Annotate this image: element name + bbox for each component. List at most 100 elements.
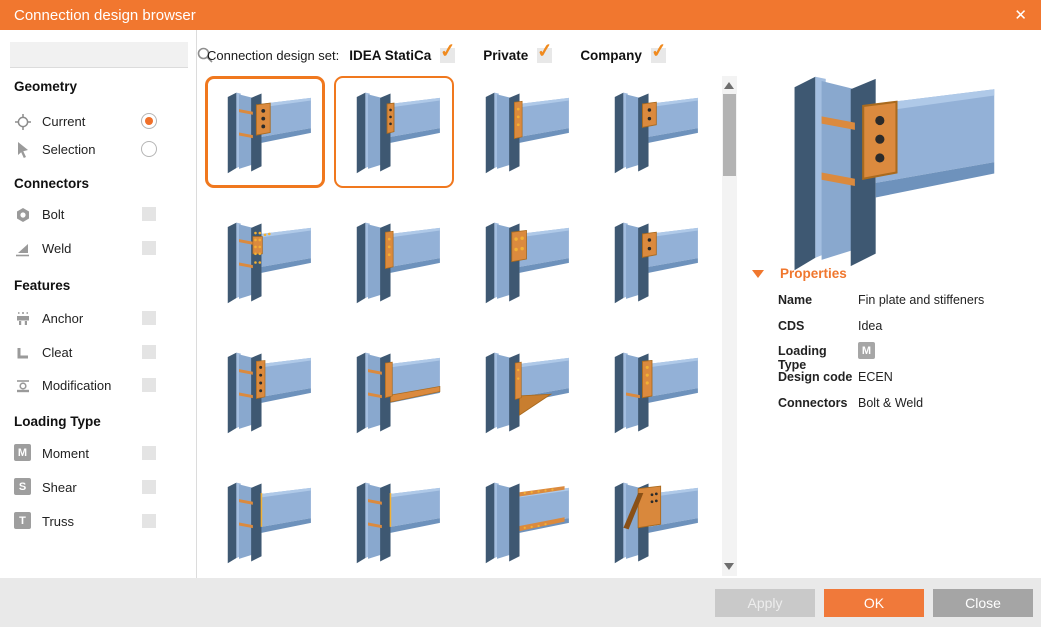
scroll-down-icon[interactable] [724, 563, 734, 570]
dialog-title: Connection design browser [14, 6, 196, 24]
idea-statica-checkbox[interactable] [440, 47, 456, 63]
modification-checkbox[interactable] [142, 378, 156, 392]
sidebar-item-label: Anchor [42, 311, 84, 326]
connection-thumbnail-bracket-diagonal[interactable] [592, 466, 712, 578]
sidebar-item-cleat[interactable]: Cleat [14, 338, 190, 368]
connection-3d-icon [614, 222, 698, 303]
sidebar-item-bolt[interactable]: Bolt [14, 200, 190, 230]
sidebar-item-label: Cleat [42, 345, 73, 360]
connection-thumbnail-fin-plate[interactable] [334, 76, 454, 188]
connection-thumbnail-end-plate-wide[interactable] [463, 206, 583, 318]
design-set-option-private[interactable]: Private [483, 47, 553, 63]
apply-button[interactable]: Apply [715, 588, 815, 617]
connection-thumbnail-welded[interactable] [334, 466, 454, 578]
sidebar-item-label: Current [42, 114, 86, 129]
anchor-baseplate-icon [14, 310, 32, 328]
connection-3d-icon [485, 352, 569, 433]
cleat-angle-icon [14, 344, 32, 362]
bolt-nut-icon [14, 206, 32, 224]
shear-checkbox[interactable] [142, 480, 156, 494]
shear-badge-icon: S [14, 478, 31, 495]
section-loading-type: Loading Type [14, 414, 101, 429]
property-label: Name [778, 293, 813, 307]
sidebar-item-label: Moment [42, 446, 89, 461]
sidebar-item-anchor[interactable]: Anchor [14, 304, 190, 334]
connection-thumbnail-fin-plate-stiffeners[interactable] [205, 76, 325, 188]
connection-thumbnail-haunch-plate[interactable] [334, 336, 454, 448]
section-features: Features [14, 278, 71, 293]
connection-thumbnail-splice-long[interactable] [463, 466, 583, 578]
connection-3d-icon [614, 92, 698, 173]
connection-3d-icon [794, 76, 995, 271]
bolt-checkbox[interactable] [142, 207, 156, 221]
connection-preview-image [759, 56, 1009, 294]
connection-thumbnail-end-plate-4-bolts[interactable] [205, 336, 325, 448]
connection-3d-icon [614, 352, 698, 433]
connection-3d-icon [485, 482, 569, 563]
connection-thumbnail-plate-2-bolts[interactable] [592, 206, 712, 318]
connection-thumbnail-end-plate[interactable] [334, 206, 454, 318]
property-value: Idea [858, 319, 883, 333]
sidebar-item-selection[interactable]: Selection [14, 135, 190, 165]
moment-checkbox[interactable] [142, 446, 156, 460]
grid-scrollbar[interactable] [722, 76, 737, 576]
connection-3d-icon [356, 222, 440, 303]
property-label: Loading Type [778, 344, 827, 372]
weld-checkbox[interactable] [142, 241, 156, 255]
sidebar-item-truss[interactable]: T Truss [14, 507, 190, 537]
property-value: Fin plate and stiffeners [858, 293, 985, 307]
connection-thumbnail-end-plate[interactable] [463, 76, 583, 188]
search-box[interactable] [10, 42, 213, 68]
weld-fillet-icon [14, 240, 32, 258]
properties-header[interactable]: Properties [752, 266, 847, 281]
footer-bar: Apply OK Close [0, 578, 1041, 627]
property-value: ECEN [858, 370, 893, 384]
connection-3d-icon [227, 352, 311, 433]
connection-3d-icon [227, 92, 311, 173]
sidebar-item-label: Shear [42, 480, 77, 495]
option-label: Private [483, 47, 529, 63]
moment-badge-icon: M [14, 444, 31, 461]
section-connectors: Connectors [14, 176, 90, 191]
connection-thumbnail-welded[interactable] [205, 466, 325, 578]
sidebar-item-moment[interactable]: M Moment [14, 439, 190, 469]
cleat-checkbox[interactable] [142, 345, 156, 359]
connection-3d-icon [227, 482, 311, 563]
truss-checkbox[interactable] [142, 514, 156, 528]
connection-design-browser-dialog: Connection design browser ✕ Geometry Cur… [0, 0, 1041, 627]
anchor-checkbox[interactable] [142, 311, 156, 325]
private-checkbox[interactable] [537, 47, 553, 63]
property-label: Design code [778, 370, 853, 384]
search-input[interactable] [16, 46, 196, 63]
close-button[interactable]: Close [933, 588, 1033, 617]
scroll-up-icon[interactable] [724, 82, 734, 89]
design-set-option-idea-statica[interactable]: IDEA StatiCa [349, 47, 456, 63]
sidebar-item-shear[interactable]: S Shear [14, 473, 190, 503]
scrollbar-thumb[interactable] [723, 94, 736, 176]
connection-design-set-row: Connection design set: IDEA StatiCa Priv… [207, 42, 694, 68]
current-radio[interactable] [141, 113, 157, 129]
sidebar-item-weld[interactable]: Weld [14, 234, 190, 264]
selection-radio[interactable] [141, 141, 157, 157]
collapse-triangle-icon [752, 269, 764, 278]
truss-badge-icon: T [14, 512, 31, 529]
sidebar-item-current[interactable]: Current [14, 107, 190, 137]
connection-3d-icon [485, 222, 569, 303]
connection-thumbnail-grid [205, 76, 721, 578]
cursor-arrow-icon [14, 141, 32, 159]
design-set-option-company[interactable]: Company [580, 47, 666, 63]
company-checkbox[interactable] [650, 47, 666, 63]
connection-3d-icon [356, 92, 440, 173]
connection-thumbnail-plate-2-bolts[interactable] [592, 76, 712, 188]
design-set-label: Connection design set: [207, 47, 340, 63]
close-icon[interactable]: ✕ [1014, 8, 1027, 23]
detail-panel: Properties Name Fin plate and stiffeners… [741, 30, 1041, 578]
sidebar-item-modification[interactable]: Modification [14, 371, 190, 401]
connection-thumbnail-bolted-splice[interactable] [205, 206, 325, 318]
connection-thumbnail-haunch-triangle[interactable] [463, 336, 583, 448]
connection-thumbnail-end-plate-stiffener[interactable] [592, 336, 712, 448]
ok-button[interactable]: OK [824, 588, 924, 617]
option-label: IDEA StatiCa [349, 47, 432, 63]
sidebar-item-label: Modification [42, 378, 112, 393]
sidebar-item-label: Weld [42, 241, 72, 256]
